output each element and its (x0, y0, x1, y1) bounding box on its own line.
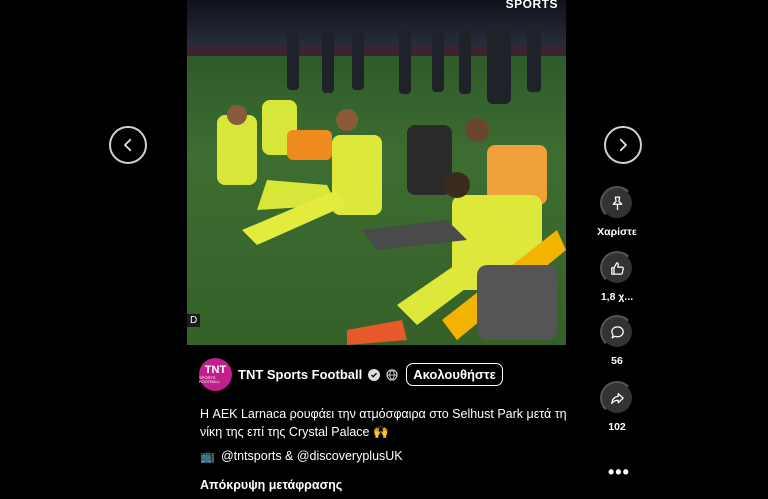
globe-icon (386, 368, 398, 381)
share-action: 102 (597, 381, 637, 433)
broadcaster-watermark: SPORTS (505, 0, 558, 11)
comment-bubble-icon (610, 325, 624, 338)
comment-button[interactable] (600, 315, 634, 349)
comment-count: 56 (611, 355, 623, 367)
avatar-logo-subtext: SPORTS FOOTBALL (199, 375, 220, 384)
video-credits: 📺 @tntsports & @discoveryplusUK (200, 449, 403, 463)
chevron-left-icon (124, 138, 132, 152)
remix-label: Χαρίστε (597, 226, 637, 238)
next-video-button[interactable] (604, 126, 642, 164)
like-button[interactable] (600, 251, 634, 285)
verified-badge-icon (368, 368, 381, 381)
score-overlay: D (187, 314, 201, 327)
remix-button[interactable] (600, 186, 634, 220)
players-scene (217, 22, 566, 345)
channel-info: TNT SPORTS FOOTBALL TNT Sports Football … (199, 358, 503, 391)
like-count: 1,8 χ... (600, 291, 634, 303)
previous-video-button[interactable] (109, 126, 147, 164)
hide-translation-link[interactable]: Απόκρυψη μετάφρασης (200, 478, 342, 492)
pin-icon (612, 195, 622, 210)
more-options-icon[interactable]: ••• (608, 462, 630, 483)
tv-icon: 📺 (200, 449, 215, 463)
share-button[interactable] (600, 381, 634, 415)
share-count: 102 (608, 421, 626, 433)
video-player[interactable]: SPORTS D (187, 0, 566, 345)
comment-action: 56 (597, 315, 637, 367)
like-action: 1,8 χ... (597, 251, 637, 303)
share-arrow-icon (610, 392, 624, 404)
thumbs-up-icon (610, 261, 624, 275)
channel-name[interactable]: TNT Sports Football (238, 367, 362, 382)
chevron-right-icon (619, 138, 627, 152)
post-caption: Η AEK Larnaca ρουφάει την ατμόσφαιρα στο… (200, 407, 567, 439)
channel-avatar[interactable]: TNT SPORTS FOOTBALL (199, 358, 232, 391)
remix-action: Χαρίστε (597, 186, 637, 238)
credits-text[interactable]: @tntsports & @discoveryplusUK (221, 449, 403, 463)
follow-button[interactable]: Ακολουθήστε (406, 363, 503, 386)
